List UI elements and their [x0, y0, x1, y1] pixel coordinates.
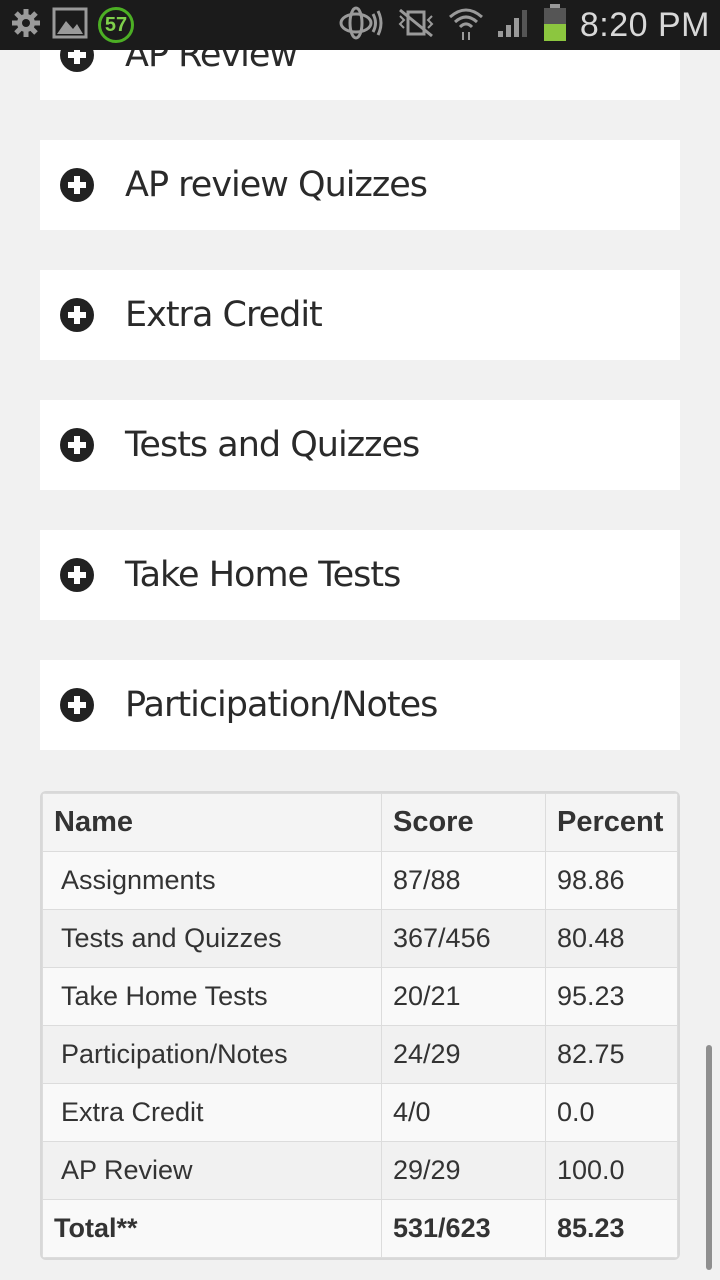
row-percent: 95.23	[545, 967, 678, 1026]
battery-icon	[542, 3, 568, 47]
plus-circle-icon	[60, 298, 94, 332]
row-score: 367/456	[381, 909, 546, 968]
plus-circle-icon	[60, 688, 94, 722]
row-score: 29/29	[381, 1141, 546, 1200]
status-bar-right: 8:20 PM	[338, 0, 710, 50]
section-label: Extra Credit	[125, 295, 323, 335]
column-header-percent: Percent	[545, 793, 678, 852]
signal-icon	[496, 7, 530, 44]
notification-count-badge: 57	[98, 7, 134, 43]
plus-circle-icon	[60, 428, 94, 462]
row-percent: 100.0	[545, 1141, 678, 1200]
table-row: Assignments 87/88 98.86	[42, 851, 678, 910]
sync-icon	[338, 6, 384, 45]
table-row: Participation/Notes 24/29 82.75	[42, 1025, 678, 1084]
column-header-name: Name	[42, 793, 382, 852]
section-label: AP review Quizzes	[125, 165, 428, 205]
section-ap-review-quizzes[interactable]: AP review Quizzes	[40, 140, 680, 230]
plus-circle-icon	[60, 558, 94, 592]
row-score: 24/29	[381, 1025, 546, 1084]
row-percent: 0.0	[545, 1083, 678, 1142]
total-name: Total**	[42, 1199, 382, 1258]
row-name: Assignments	[42, 851, 382, 910]
row-name: Participation/Notes	[42, 1025, 382, 1084]
table-header-row: Name Score Percent	[42, 793, 678, 852]
vibrate-mute-icon	[396, 8, 436, 43]
section-participation-notes[interactable]: Participation/Notes	[40, 660, 680, 750]
section-label: Take Home Tests	[125, 555, 401, 595]
row-percent: 98.86	[545, 851, 678, 910]
table-row: Tests and Quizzes 367/456 80.48	[42, 909, 678, 968]
section-label: Participation/Notes	[125, 685, 438, 725]
row-score: 20/21	[381, 967, 546, 1026]
table-row: Take Home Tests 20/21 95.23	[42, 967, 678, 1026]
gear-icon	[10, 7, 42, 44]
section-tests-and-quizzes[interactable]: Tests and Quizzes	[40, 400, 680, 490]
section-extra-credit[interactable]: Extra Credit	[40, 270, 680, 360]
row-score: 4/0	[381, 1083, 546, 1142]
table-total-row: Total** 531/623 85.23	[42, 1199, 678, 1258]
gallery-icon	[52, 7, 88, 44]
section-take-home-tests[interactable]: Take Home Tests	[40, 530, 680, 620]
total-percent: 85.23	[545, 1199, 678, 1258]
status-bar-left: 57	[10, 0, 134, 50]
row-percent: 80.48	[545, 909, 678, 968]
section-label: Tests and Quizzes	[125, 425, 420, 465]
wifi-icon	[448, 5, 484, 46]
row-percent: 82.75	[545, 1025, 678, 1084]
table-row: Extra Credit 4/0 0.0	[42, 1083, 678, 1142]
scrollbar[interactable]	[706, 1045, 712, 1270]
total-score: 531/623	[381, 1199, 546, 1258]
grades-table: Name Score Percent Assignments 87/88 98.…	[40, 791, 680, 1260]
row-name: Tests and Quizzes	[42, 909, 382, 968]
row-name: Extra Credit	[42, 1083, 382, 1142]
status-bar: 57 8:20 PM	[0, 0, 720, 50]
table-row: AP Review 29/29 100.0	[42, 1141, 678, 1200]
row-score: 87/88	[381, 851, 546, 910]
plus-circle-icon	[60, 168, 94, 202]
column-header-score: Score	[381, 793, 546, 852]
row-name: Take Home Tests	[42, 967, 382, 1026]
row-name: AP Review	[42, 1141, 382, 1200]
status-time: 8:20 PM	[579, 5, 710, 44]
